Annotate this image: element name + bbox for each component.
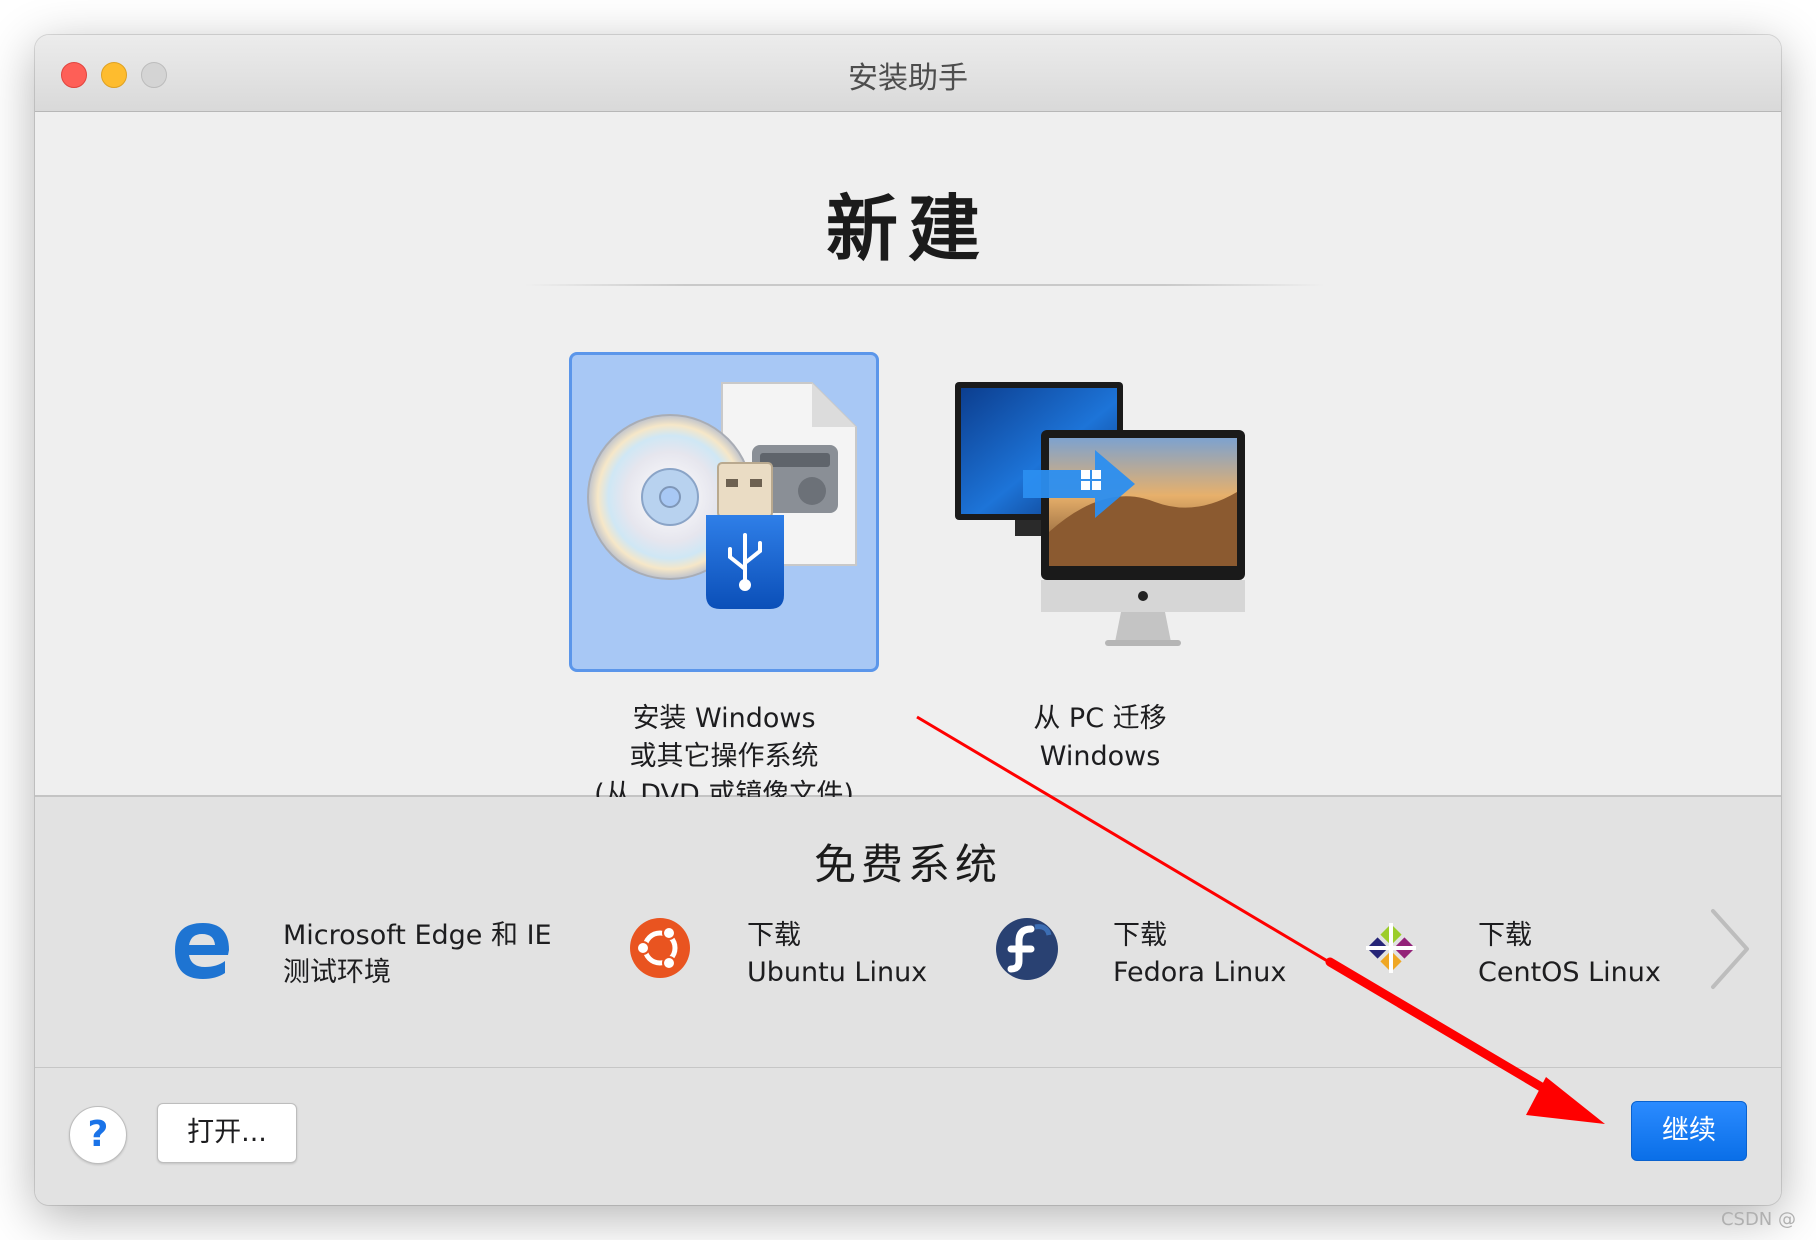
continue-button[interactable]: 继续 bbox=[1631, 1101, 1747, 1161]
free-item-fedora[interactable]: 下载 Fedora Linux bbox=[995, 907, 1295, 997]
fedora-line-2: Fedora Linux bbox=[1113, 957, 1287, 988]
migrate-pc-icon bbox=[945, 352, 1255, 672]
next-page-chevron-icon[interactable] bbox=[1707, 907, 1753, 995]
install-windows-line-1: 安装 Windows bbox=[632, 703, 816, 734]
title-bar: 安装助手 bbox=[35, 35, 1781, 112]
install-windows-line-2: 或其它操作系统 bbox=[629, 741, 819, 772]
bottom-toolbar: ? 打开... 继续 bbox=[35, 1067, 1781, 1205]
ubuntu-icon bbox=[630, 918, 690, 978]
new-section: 新建 安装 Windows 或其它操作系统 (从 DVD 或镜像文件) 从 PC… bbox=[35, 112, 1781, 810]
centos-line-1: 下载 bbox=[1478, 920, 1532, 951]
free-item-centos[interactable]: 下载 CentOS Linux bbox=[1360, 907, 1680, 997]
migrate-line-1: 从 PC 迁移 bbox=[1033, 703, 1167, 734]
watermark: CSDN @ bbox=[1720, 1209, 1796, 1230]
free-systems-section: 免费系统 Microsoft Edge 和 IE 测试环境 下载 Ubuntu … bbox=[35, 797, 1781, 1067]
centos-label: 下载 CentOS Linux bbox=[1478, 917, 1661, 991]
fedora-icon bbox=[996, 918, 1058, 980]
free-systems-title: 免费系统 bbox=[813, 840, 1002, 889]
migrate-from-pc-label: 从 PC 迁移 Windows bbox=[925, 700, 1275, 776]
centos-icon bbox=[1366, 923, 1416, 973]
free-item-edge[interactable]: Microsoft Edge 和 IE 测试环境 bbox=[171, 907, 591, 997]
install-windows-option[interactable]: 安装 Windows 或其它操作系统 (从 DVD 或镜像文件) bbox=[565, 352, 883, 814]
installation-assistant-window: 安装助手 新建 安装 Windows 或其它操作系统 (从 DVD 或镜像文件)… bbox=[35, 35, 1781, 1205]
migrate-from-pc-option[interactable]: 从 PC 迁移 Windows bbox=[925, 352, 1275, 776]
fedora-line-1: 下载 bbox=[1113, 920, 1167, 951]
edge-line-1: Microsoft Edge 和 IE bbox=[283, 920, 552, 951]
help-button[interactable]: ? bbox=[69, 1106, 127, 1164]
install-media-icon bbox=[569, 352, 879, 672]
window-title: 安装助手 bbox=[848, 61, 968, 96]
edge-icon bbox=[175, 923, 229, 979]
new-section-title: 新建 bbox=[825, 187, 990, 271]
edge-line-2: 测试环境 bbox=[283, 957, 391, 988]
ubuntu-line-1: 下载 bbox=[747, 920, 801, 951]
ubuntu-line-2: Ubuntu Linux bbox=[747, 957, 928, 988]
open-button[interactable]: 打开... bbox=[157, 1103, 297, 1163]
edge-label: Microsoft Edge 和 IE 测试环境 bbox=[283, 917, 552, 991]
ubuntu-label: 下载 Ubuntu Linux bbox=[747, 917, 927, 991]
fedora-label: 下载 Fedora Linux bbox=[1113, 917, 1286, 991]
migrate-line-2: Windows bbox=[1039, 741, 1161, 772]
section-divider bbox=[525, 284, 1325, 286]
free-item-ubuntu[interactable]: 下载 Ubuntu Linux bbox=[629, 907, 927, 997]
centos-line-2: CentOS Linux bbox=[1478, 957, 1661, 988]
